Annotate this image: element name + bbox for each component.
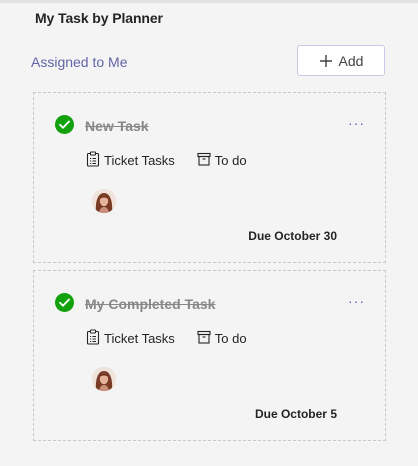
assigned-filter-link[interactable]: Assigned to Me bbox=[31, 54, 128, 70]
task-plan: Ticket Tasks bbox=[86, 329, 175, 348]
page-title: My Task by Planner bbox=[35, 10, 163, 26]
task-bucket: To do bbox=[197, 330, 247, 347]
task-card[interactable]: My Completed Task ··· Ticket Tasks To do… bbox=[33, 270, 386, 441]
check-circle-icon[interactable] bbox=[55, 115, 74, 134]
task-plan-label: Ticket Tasks bbox=[104, 153, 175, 168]
avatar[interactable] bbox=[92, 367, 116, 391]
add-task-button[interactable]: Add bbox=[297, 45, 385, 76]
task-title[interactable]: My Completed Task bbox=[85, 296, 215, 312]
archive-box-icon bbox=[197, 330, 211, 347]
task-meta: Ticket Tasks To do bbox=[86, 151, 269, 170]
check-circle-icon[interactable] bbox=[55, 293, 74, 312]
avatar[interactable] bbox=[92, 189, 116, 213]
task-title[interactable]: New Task bbox=[85, 118, 149, 134]
archive-box-icon bbox=[197, 152, 211, 169]
top-border bbox=[0, 0, 418, 3]
task-plan: Ticket Tasks bbox=[86, 151, 175, 170]
task-plan-label: Ticket Tasks bbox=[104, 331, 175, 346]
clipboard-icon bbox=[86, 329, 100, 348]
task-bucket: To do bbox=[197, 152, 247, 169]
task-bucket-label: To do bbox=[214, 153, 247, 168]
task-meta: Ticket Tasks To do bbox=[86, 329, 269, 348]
more-options-icon[interactable]: ··· bbox=[348, 115, 365, 131]
task-bucket-label: To do bbox=[214, 331, 247, 346]
add-button-label: Add bbox=[338, 52, 364, 69]
task-card[interactable]: New Task ··· Ticket Tasks To do Due Octo… bbox=[33, 92, 386, 263]
more-options-icon[interactable]: ··· bbox=[348, 293, 365, 309]
plus-icon bbox=[319, 54, 333, 68]
due-date: Due October 30 bbox=[248, 229, 337, 243]
clipboard-icon bbox=[86, 151, 100, 170]
due-date: Due October 5 bbox=[254, 407, 337, 421]
